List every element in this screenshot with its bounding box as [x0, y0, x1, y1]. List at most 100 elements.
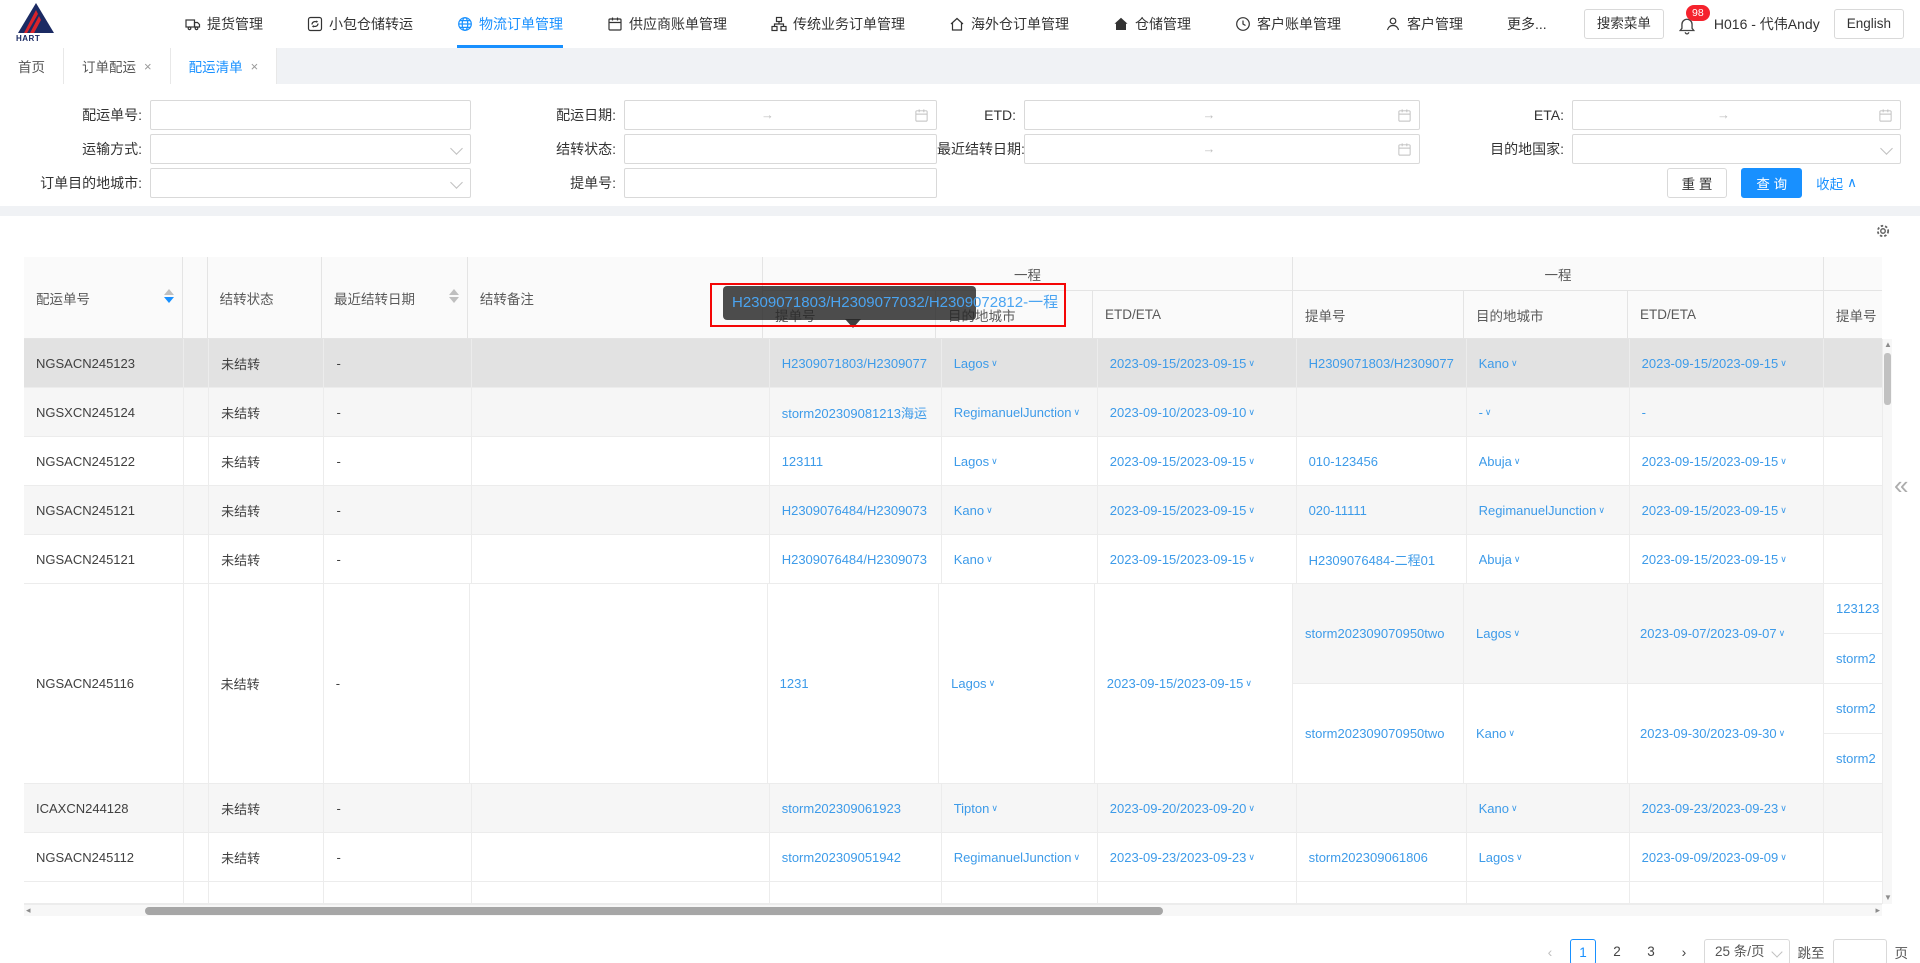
chevron-down-icon[interactable]: ∨: [1780, 554, 1787, 565]
close-icon[interactable]: ×: [251, 59, 259, 74]
cell-link[interactable]: 2023-09-07/2023-09-07: [1640, 626, 1777, 641]
hart-logo[interactable]: HART: [14, 2, 70, 46]
cell-link[interactable]: 2023-09-15/2023-09-15: [1110, 356, 1247, 371]
nav-item-传统业务订单管理[interactable]: 传统业务订单管理: [771, 0, 905, 48]
chevron-down-icon[interactable]: ∨: [1248, 852, 1255, 863]
nav-item-海外仓订单管理[interactable]: 海外仓订单管理: [949, 0, 1069, 48]
chevron-down-icon[interactable]: ∨: [1780, 456, 1787, 467]
cell-link[interactable]: storm2: [1836, 651, 1876, 666]
filter-daterange[interactable]: →: [1024, 134, 1420, 164]
nav-item-客户账单管理[interactable]: 客户账单管理: [1235, 0, 1341, 48]
cell-link[interactable]: H2309076484/H2309073: [782, 503, 927, 518]
jump-page-input[interactable]: [1832, 939, 1887, 963]
chevron-down-icon[interactable]: ∨: [991, 803, 998, 814]
cell-link[interactable]: RegimanuelJunction: [954, 850, 1072, 865]
chevron-down-icon[interactable]: ∨: [1485, 407, 1492, 418]
chevron-down-icon[interactable]: ∨: [1245, 678, 1252, 689]
vertical-scrollbar[interactable]: ▲ ▼: [1882, 339, 1892, 904]
cell-link[interactable]: Lagos: [1479, 850, 1514, 865]
filter-input[interactable]: [624, 134, 937, 164]
nav-item-客户管理[interactable]: 客户管理: [1385, 0, 1463, 48]
cell-link[interactable]: 1231: [780, 676, 809, 691]
cell-link[interactable]: Lagos: [1476, 626, 1511, 641]
nav-item-小包仓储转运[interactable]: 小包仓储转运: [307, 0, 413, 48]
filter-select[interactable]: [1572, 134, 1901, 164]
scroll-down-arrow-icon[interactable]: ▼: [1883, 893, 1893, 903]
chevron-down-icon[interactable]: ∨: [1248, 456, 1255, 467]
cell-link[interactable]: Abuja: [1479, 454, 1512, 469]
chevron-down-icon[interactable]: ∨: [1508, 728, 1515, 739]
chevron-down-icon[interactable]: ∨: [1511, 803, 1518, 814]
collapse-button[interactable]: 收起 ∧: [1816, 173, 1857, 193]
chevron-down-icon[interactable]: ∨: [989, 678, 996, 689]
cell-link[interactable]: storm202309061923: [782, 801, 901, 816]
chevron-down-icon[interactable]: ∨: [991, 358, 998, 369]
reset-button[interactable]: 重 置: [1666, 168, 1728, 198]
chevron-down-icon[interactable]: ∨: [1248, 407, 1255, 418]
chevron-down-icon[interactable]: ∨: [1514, 456, 1521, 467]
cell-link[interactable]: 2023-09-15/2023-09-15: [1110, 552, 1247, 567]
chevron-down-icon[interactable]: ∨: [1248, 505, 1255, 516]
cell-link[interactable]: 2023-09-10/2023-09-10: [1110, 405, 1247, 420]
cell-link[interactable]: Kano: [1476, 726, 1506, 741]
filter-input[interactable]: [150, 100, 471, 130]
notification-bell[interactable]: 98: [1678, 5, 1710, 39]
cell-link[interactable]: 123123: [1836, 601, 1879, 616]
chevron-down-icon[interactable]: ∨: [1248, 554, 1255, 565]
pagination-page-3[interactable]: 3: [1638, 939, 1664, 963]
cell-link[interactable]: RegimanuelJunction: [954, 405, 1072, 420]
collapse-panel-handle[interactable]: «: [1894, 470, 1908, 500]
chevron-down-icon[interactable]: ∨: [991, 456, 998, 467]
cell-link[interactable]: storm202309081213海运: [782, 403, 927, 422]
chevron-down-icon[interactable]: ∨: [1516, 852, 1523, 863]
chevron-down-icon[interactable]: ∨: [1780, 803, 1787, 814]
horizontal-scrollbar[interactable]: ◂ ▸: [24, 904, 1882, 916]
filter-select[interactable]: [150, 134, 471, 164]
cell-link[interactable]: -: [1642, 405, 1646, 420]
close-icon[interactable]: ×: [144, 59, 152, 74]
cell-link[interactable]: 123111: [782, 454, 823, 469]
cell-link[interactable]: Abuja: [1479, 552, 1512, 567]
cell-link[interactable]: 2023-09-15/2023-09-15: [1110, 454, 1247, 469]
cell-link[interactable]: Tipton: [954, 801, 990, 816]
cell-link[interactable]: 020-11111: [1309, 503, 1367, 518]
filter-daterange[interactable]: →: [1572, 100, 1901, 130]
filter-select[interactable]: [150, 168, 471, 198]
pagination-next-icon[interactable]: ›: [1672, 944, 1696, 960]
cell-link[interactable]: 2023-09-09/2023-09-09: [1642, 850, 1779, 865]
scroll-up-arrow-icon[interactable]: ▲: [1883, 340, 1893, 350]
cell-link[interactable]: 2023-09-15/2023-09-15: [1642, 552, 1779, 567]
cell-link[interactable]: 2023-09-23/2023-09-23: [1110, 850, 1247, 865]
cell-link[interactable]: 2023-09-15/2023-09-15: [1642, 356, 1779, 371]
cell-link[interactable]: storm202309070950two: [1305, 626, 1445, 641]
search-button[interactable]: 查 询: [1741, 168, 1803, 198]
tab-首页[interactable]: 首页: [0, 48, 64, 84]
cell-link[interactable]: Kano: [954, 503, 984, 518]
nav-item-更多...[interactable]: 更多...: [1507, 0, 1547, 48]
user-name[interactable]: H016 - 代伟Andy: [1714, 14, 1820, 34]
cell-link[interactable]: 2023-09-23/2023-09-23: [1642, 801, 1779, 816]
filter-daterange[interactable]: →: [1024, 100, 1420, 130]
cell-link[interactable]: storm202309070950two: [1305, 726, 1445, 741]
nav-item-提货管理[interactable]: 提货管理: [185, 0, 263, 48]
chevron-down-icon[interactable]: ∨: [986, 554, 993, 565]
cell-link[interactable]: 010-123456: [1309, 454, 1378, 469]
chevron-down-icon[interactable]: ∨: [1248, 358, 1255, 369]
cell-link[interactable]: 2023-09-15/2023-09-15: [1110, 503, 1247, 518]
chevron-down-icon[interactable]: ∨: [1779, 628, 1786, 639]
scroll-right-arrow-icon[interactable]: ▸: [1875, 905, 1880, 916]
cell-link[interactable]: Kano: [1479, 356, 1509, 371]
cell-link[interactable]: H2309076484/H2309073: [782, 552, 927, 567]
nav-item-物流订单管理[interactable]: 物流订单管理: [457, 0, 563, 48]
chevron-down-icon[interactable]: ∨: [1248, 803, 1255, 814]
chevron-down-icon[interactable]: ∨: [1780, 358, 1787, 369]
chevron-down-icon[interactable]: ∨: [1514, 554, 1521, 565]
header-tooltip-text[interactable]: H2309071803/H2309077032/H2309072812-一程: [732, 286, 1058, 320]
horizontal-scrollbar-thumb[interactable]: [145, 907, 1163, 915]
cell-link[interactable]: storm202309061806: [1309, 850, 1428, 865]
sort-carets-icon[interactable]: [448, 288, 459, 303]
cell-link[interactable]: H2309071803/H2309077: [782, 356, 927, 371]
chevron-down-icon[interactable]: ∨: [1598, 505, 1605, 516]
chevron-down-icon[interactable]: ∨: [1511, 358, 1518, 369]
language-button[interactable]: English: [1833, 9, 1904, 39]
